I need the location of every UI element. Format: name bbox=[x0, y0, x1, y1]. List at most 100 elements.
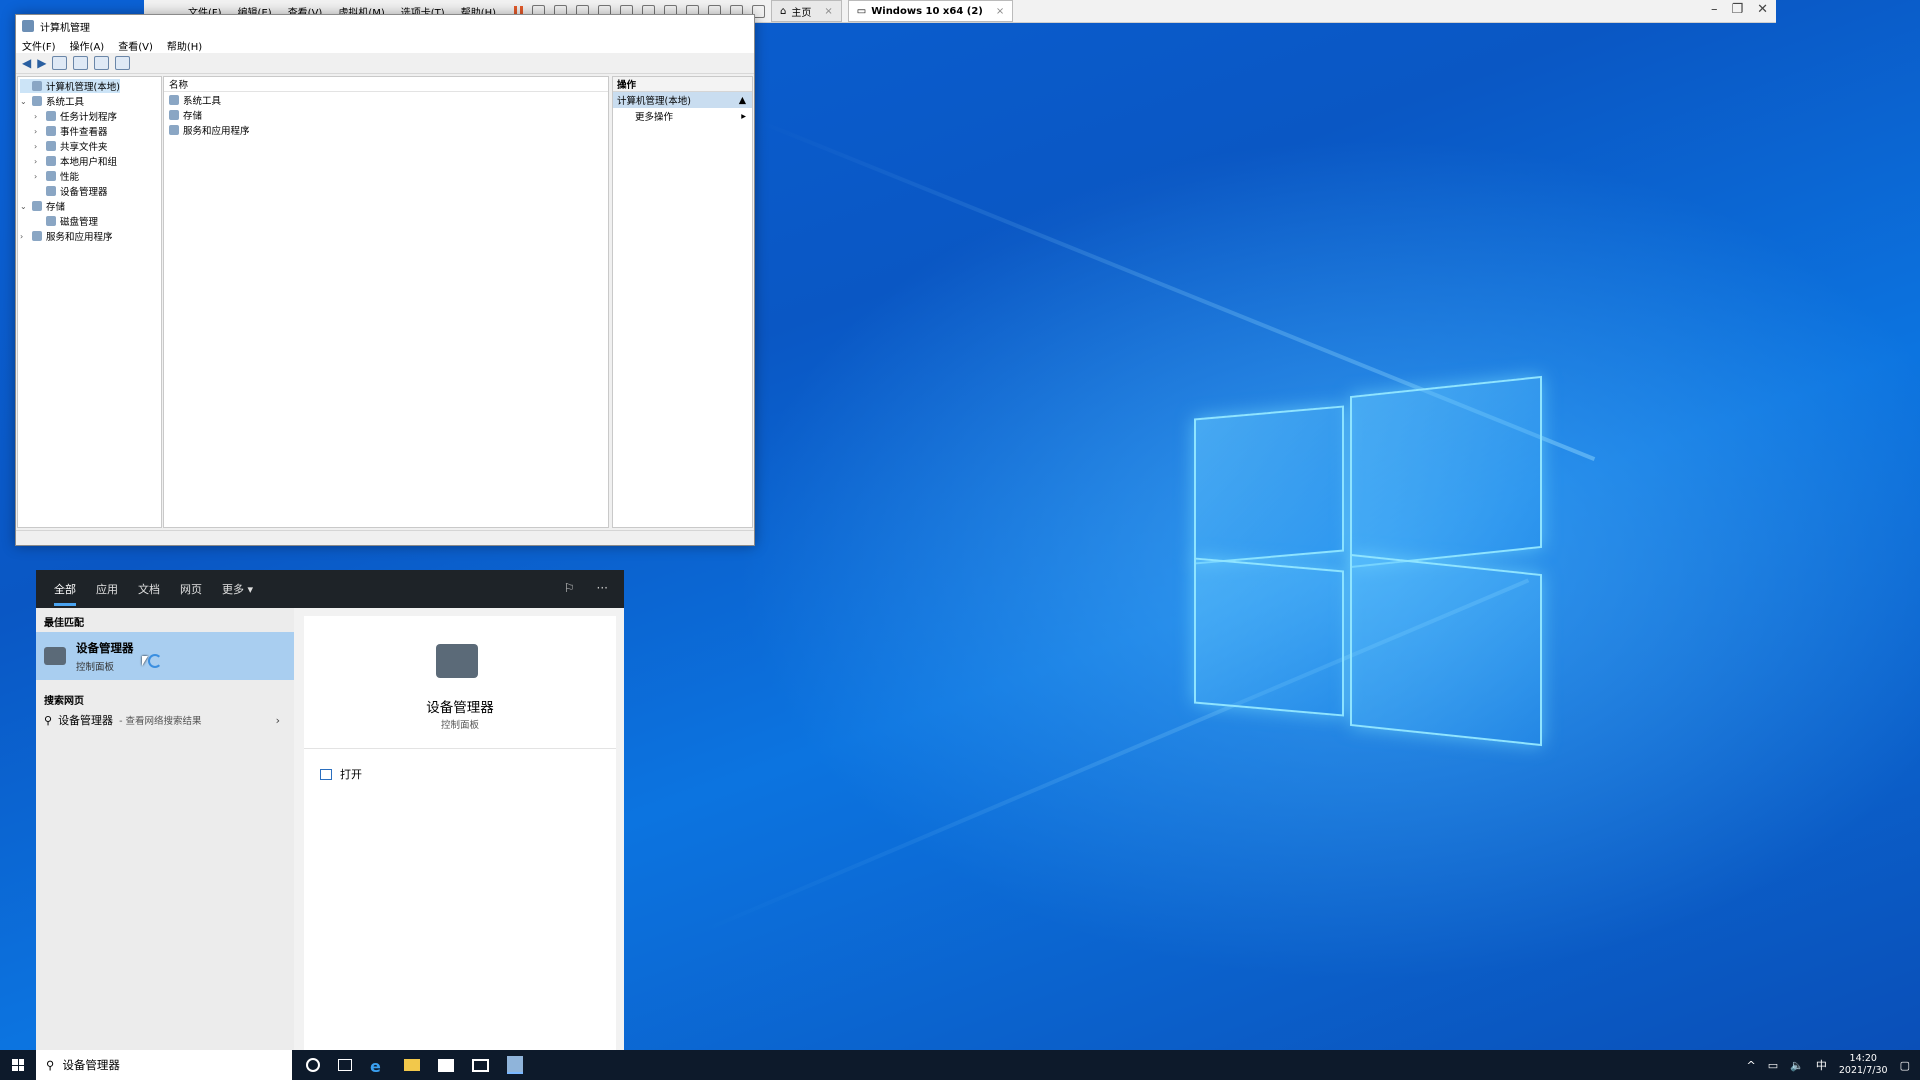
mail-icon[interactable] bbox=[472, 1058, 489, 1072]
tab-all[interactable]: 全部 bbox=[54, 581, 76, 606]
tree-item-label: 设备管理器 bbox=[60, 187, 108, 198]
chevron-down-icon: ▾ bbox=[247, 583, 254, 596]
section-search-web: 搜索网页 bbox=[44, 696, 84, 707]
computer-management-window: 计算机管理 文件(F) 操作(A) 查看(V) 帮助(H) ◀ ▶ 计算机管理(… bbox=[15, 14, 755, 546]
tree-item-shared-folders[interactable]: › 共享文件夹 bbox=[34, 139, 108, 153]
forward-icon[interactable]: ▶ bbox=[37, 56, 46, 70]
content-pane: 名称 系统工具 存储 服务和应用程序 bbox=[163, 76, 609, 528]
column-header-name[interactable]: 名称 bbox=[164, 77, 608, 92]
tree-item-local-users-groups[interactable]: › 本地用户和组 bbox=[34, 154, 117, 168]
tree-item-device-manager[interactable]: 设备管理器 bbox=[34, 184, 108, 198]
disk-icon bbox=[46, 216, 56, 226]
tab-vm[interactable]: ▭ Windows 10 x64 (2) × bbox=[847, 0, 1014, 22]
tab-home[interactable]: ⌂ 主页 × bbox=[771, 0, 842, 22]
cortana-icon[interactable] bbox=[306, 1058, 320, 1072]
taskbar: ⚲ 设备管理器 e ^ ▭ 🔈 中 14:20 2021/7/30 ▢ bbox=[0, 1050, 1920, 1080]
tree-item-storage[interactable]: ⌄ 存储 bbox=[20, 199, 65, 213]
menu-view[interactable]: 查看(V) bbox=[118, 38, 153, 53]
result-title: 设备管理器 bbox=[76, 640, 134, 655]
menu-file[interactable]: 文件(F) bbox=[22, 38, 56, 53]
chevron-right-icon[interactable]: › bbox=[34, 112, 42, 121]
tree-item-performance[interactable]: › 性能 bbox=[34, 169, 79, 183]
feedback-icon[interactable]: ⚐ bbox=[564, 581, 575, 595]
tab-web[interactable]: 网页 bbox=[180, 581, 202, 597]
taskbar-search-box[interactable]: ⚲ 设备管理器 bbox=[36, 1050, 292, 1080]
close-icon[interactable]: × bbox=[996, 6, 1004, 17]
show-hide-tree-icon[interactable] bbox=[52, 56, 68, 70]
tree-item-services-applications[interactable]: › 服务和应用程序 bbox=[20, 229, 113, 243]
store-icon[interactable] bbox=[438, 1058, 454, 1072]
tree-item-task-scheduler[interactable]: › 任务计划程序 bbox=[34, 109, 117, 123]
chevron-right-icon[interactable]: › bbox=[34, 127, 42, 136]
detail-title: 设备管理器 bbox=[426, 700, 494, 716]
performance-icon bbox=[46, 171, 56, 181]
storage-icon bbox=[169, 109, 179, 120]
close-icon[interactable]: ✕ bbox=[1757, 2, 1768, 17]
windows-logo-pane bbox=[1194, 557, 1344, 717]
input-method-indicator[interactable]: 中 bbox=[1816, 1057, 1827, 1073]
chevron-down-icon[interactable]: ⌄ bbox=[20, 97, 28, 106]
network-icon[interactable]: ▭ bbox=[1768, 1059, 1778, 1072]
file-explorer-icon[interactable] bbox=[404, 1059, 420, 1071]
tree-item-label: 性能 bbox=[60, 172, 80, 183]
tab-documents[interactable]: 文档 bbox=[138, 581, 160, 597]
show-hidden-icons-icon[interactable]: ^ bbox=[1747, 1059, 1756, 1072]
chevron-right-icon[interactable]: › bbox=[34, 157, 42, 166]
tree-item-computer-management[interactable]: 计算机管理(本地) bbox=[20, 79, 120, 93]
clock[interactable]: 14:20 2021/7/30 bbox=[1839, 1053, 1888, 1077]
menu-help[interactable]: 帮助(H) bbox=[167, 38, 202, 53]
clock-icon bbox=[46, 111, 56, 121]
edge-icon[interactable]: e bbox=[370, 1057, 386, 1076]
users-icon bbox=[46, 156, 56, 166]
result-subtitle: 控制面板 bbox=[76, 661, 115, 673]
tree-item-label: 事件查看器 bbox=[60, 127, 108, 138]
more-actions-label: 更多操作 bbox=[635, 112, 674, 123]
list-item[interactable]: 系统工具 bbox=[164, 92, 608, 107]
computer-management-taskbar-icon[interactable] bbox=[507, 1056, 523, 1074]
chevron-right-icon[interactable]: › bbox=[276, 714, 280, 727]
list-item[interactable]: 服务和应用程序 bbox=[164, 122, 608, 137]
export-list-icon[interactable] bbox=[73, 56, 89, 70]
chevron-right-icon[interactable]: › bbox=[20, 232, 28, 241]
windows-logo-pane bbox=[1194, 405, 1344, 565]
status-bar bbox=[16, 530, 754, 545]
chevron-right-icon[interactable]: › bbox=[34, 172, 42, 181]
title-bar: 计算机管理 bbox=[16, 15, 754, 37]
tab-more-label: 更多 bbox=[222, 583, 244, 596]
more-actions-item[interactable]: 更多操作 ▸ bbox=[613, 108, 752, 124]
actions-section[interactable]: 计算机管理(本地) ▲ bbox=[613, 92, 752, 108]
tree-item-event-viewer[interactable]: › 事件查看器 bbox=[34, 124, 108, 138]
search-filter-tabs: 全部 应用 文档 网页 更多 ▾ ⚐ ··· bbox=[36, 570, 624, 608]
search-input[interactable]: 设备管理器 bbox=[62, 1057, 120, 1073]
search-icon: ⚲ bbox=[44, 713, 53, 727]
notification-center-icon[interactable]: ▢ bbox=[1900, 1059, 1910, 1072]
open-action[interactable]: 打开 bbox=[320, 766, 362, 782]
tree-item-label: 计算机管理(本地) bbox=[46, 82, 120, 93]
close-icon[interactable]: × bbox=[824, 6, 832, 17]
chevron-right-icon[interactable]: › bbox=[34, 142, 42, 151]
tree-item-label: 任务计划程序 bbox=[60, 112, 118, 123]
web-search-result[interactable]: ⚲ 设备管理器 - 查看网络搜索结果 › bbox=[36, 708, 294, 732]
show-hide-action-pane-icon[interactable] bbox=[115, 56, 131, 70]
collapse-icon[interactable]: ▲ bbox=[739, 95, 746, 106]
best-match-result[interactable]: 设备管理器 控制面板 bbox=[36, 632, 294, 680]
list-item[interactable]: 存储 bbox=[164, 107, 608, 122]
volume-icon[interactable]: 🔈 bbox=[1790, 1059, 1804, 1072]
result-detail-pane: 设备管理器 控制面板 打开 bbox=[304, 616, 616, 1050]
back-icon[interactable]: ◀ bbox=[22, 56, 31, 70]
minimize-icon[interactable]: – bbox=[1711, 2, 1718, 17]
menu-action[interactable]: 操作(A) bbox=[70, 38, 105, 53]
task-view-icon[interactable] bbox=[338, 1059, 352, 1071]
start-button[interactable] bbox=[0, 1050, 36, 1080]
actions-section-label: 计算机管理(本地) bbox=[617, 96, 691, 107]
detail-subtitle: 控制面板 bbox=[440, 720, 479, 731]
tab-more[interactable]: 更多 ▾ bbox=[222, 581, 253, 597]
tree-item-label: 共享文件夹 bbox=[60, 142, 108, 153]
chevron-down-icon[interactable]: ⌄ bbox=[20, 202, 28, 211]
tab-apps[interactable]: 应用 bbox=[96, 581, 118, 597]
tree-item-disk-management[interactable]: 磁盘管理 bbox=[34, 214, 98, 228]
restore-icon[interactable]: ❐ bbox=[1731, 2, 1743, 17]
help-icon[interactable] bbox=[94, 56, 110, 70]
tree-item-system-tools[interactable]: ⌄ 系统工具 bbox=[20, 94, 84, 108]
more-options-icon[interactable]: ··· bbox=[597, 581, 608, 595]
